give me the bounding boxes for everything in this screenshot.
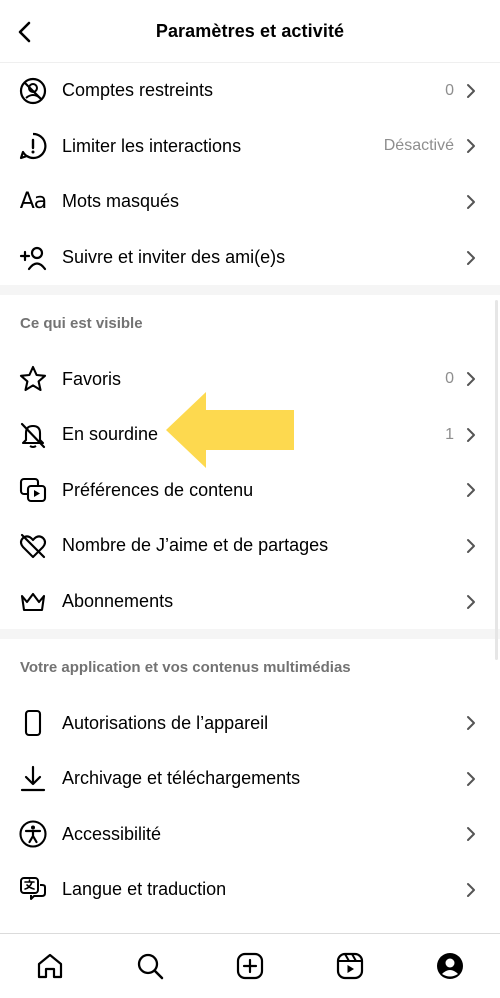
chevron-right-icon <box>467 83 475 98</box>
row-value: 0 <box>445 370 454 388</box>
accessibility-icon <box>18 819 48 849</box>
chevron-right-icon <box>467 372 475 387</box>
section-divider <box>0 629 500 640</box>
download-icon <box>18 764 48 794</box>
row-abonnements[interactable]: Abonnements <box>0 574 500 630</box>
alert-circle-icon <box>18 131 48 161</box>
settings-list[interactable]: Comptes restreints 0 Limiter les interac… <box>0 63 500 933</box>
row-comptes-restreints[interactable]: Comptes restreints 0 <box>0 63 500 119</box>
row-langue[interactable]: Langue et traduction <box>0 862 500 918</box>
row-archivage[interactable]: Archivage et téléchargements <box>0 751 500 807</box>
row-label: Mots masqués <box>62 191 180 212</box>
row-label: Archivage et téléchargements <box>62 768 301 789</box>
profile-icon <box>437 953 463 979</box>
section-divider <box>0 285 500 296</box>
annotation-arrow-shape <box>166 392 294 468</box>
row-label: Accessibilité <box>62 823 162 844</box>
annotation-arrow <box>166 392 294 468</box>
row-preferences-contenu[interactable]: Préférences de contenu <box>0 463 500 519</box>
create-post-icon <box>236 952 264 980</box>
row-value: Désactivé <box>383 137 454 155</box>
row-partial-hidden[interactable] <box>0 918 500 933</box>
row-label: Langue et traduction <box>62 879 227 900</box>
scrollbar[interactable] <box>495 300 498 660</box>
chevron-right-icon <box>467 716 475 731</box>
row-label: Limiter les interactions <box>62 135 242 156</box>
chevron-right-icon <box>467 427 475 442</box>
row-label: Nombre de J’aime et de partages <box>62 535 329 556</box>
tab-create[interactable] <box>232 948 268 984</box>
row-label: Comptes restreints <box>62 80 214 101</box>
row-label: Suivre et inviter des ami(e)s <box>62 247 286 268</box>
section-title-app: Votre application et vos contenus multim… <box>20 658 351 676</box>
row-mots-masques[interactable]: Aa Mots masqués <box>0 174 500 230</box>
section-title-visible: Ce qui est visible <box>20 314 143 332</box>
translate-icon <box>18 875 48 905</box>
content-media-icon <box>18 475 48 505</box>
chevron-right-icon <box>467 250 475 265</box>
tab-search[interactable] <box>132 948 168 984</box>
row-label: Autorisations de l’appareil <box>62 712 269 733</box>
row-label: Abonnements <box>62 591 174 612</box>
chevron-right-icon <box>467 139 475 154</box>
row-autorisations[interactable]: Autorisations de l’appareil <box>0 695 500 751</box>
text-aa-glyph: Aa <box>19 189 48 215</box>
row-limiter-interactions[interactable]: Limiter les interactions Désactivé <box>0 119 500 175</box>
reels-icon <box>336 952 364 980</box>
restricted-account-icon <box>18 76 48 106</box>
row-accessibilite[interactable]: Accessibilité <box>0 807 500 863</box>
page-title: Paramètres et activité <box>155 21 345 41</box>
add-person-icon <box>18 243 48 273</box>
chevron-right-icon <box>467 483 475 498</box>
row-value: 1 <box>445 425 454 443</box>
tab-bar <box>0 933 500 998</box>
row-label: Favoris <box>62 368 122 389</box>
row-label: En sourdine <box>62 424 159 445</box>
tab-profile[interactable] <box>432 948 468 984</box>
chevron-right-icon <box>467 194 475 209</box>
row-value: 0 <box>445 81 454 99</box>
chevron-right-icon <box>467 771 475 786</box>
row-label: Préférences de contenu <box>62 479 254 500</box>
chevron-right-icon <box>467 538 475 553</box>
search-icon <box>137 953 164 980</box>
chevron-right-icon <box>467 827 475 842</box>
tab-home[interactable] <box>32 948 68 984</box>
bell-muted-icon <box>18 420 48 450</box>
chevron-right-icon <box>467 882 475 897</box>
text-aa-icon: Aa <box>18 187 48 217</box>
heart-crossed-icon <box>18 531 48 561</box>
row-nombre-jaime[interactable]: Nombre de J’aime et de partages <box>0 518 500 574</box>
header: Paramètres et activité <box>0 0 500 63</box>
home-icon <box>37 953 63 979</box>
phone-icon <box>18 708 48 738</box>
row-suivre-inviter[interactable]: Suivre et inviter des ami(e)s <box>0 230 500 286</box>
chevron-right-icon <box>467 594 475 609</box>
crown-icon <box>18 587 48 617</box>
tab-reels[interactable] <box>332 948 368 984</box>
star-icon <box>18 364 48 394</box>
